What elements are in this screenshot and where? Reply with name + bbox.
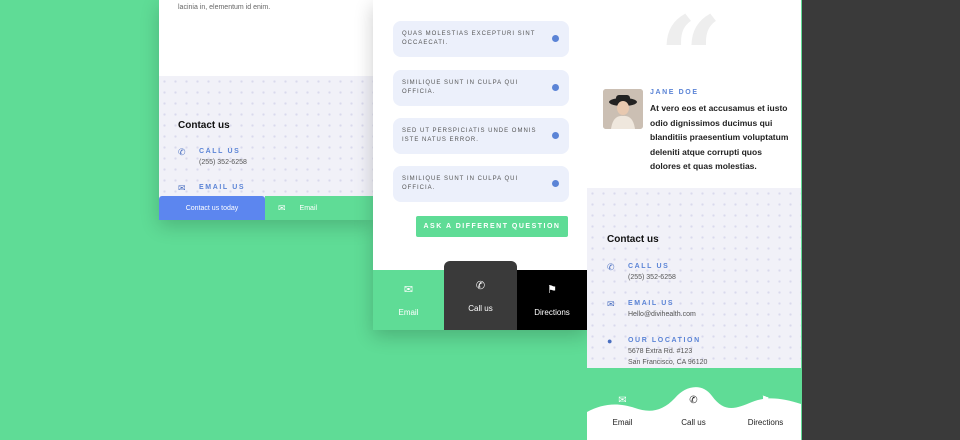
tab-call-label: Call us	[468, 303, 493, 313]
call-label: CALL US	[199, 148, 241, 155]
expand-icon[interactable]	[552, 84, 559, 91]
faq-item[interactable]: SIMILIQUE SUNT IN CULPA QUI OFFICIA.	[393, 70, 569, 106]
sticky-bar: Contact us today ✉ Email	[159, 196, 373, 220]
phone-icon: ✆	[607, 262, 615, 272]
contact-section: Contact us ✆ CALL US (255) 352-6258 ✉ EM…	[587, 188, 801, 388]
tab-directions[interactable]: ⚑ Directions	[730, 368, 801, 440]
tab-call-label: Call us	[681, 418, 706, 427]
tab-directions-label: Directions	[747, 418, 784, 427]
envelope-icon: ✉	[178, 183, 186, 193]
faq-question: SIMILIQUE SUNT IN CULPA QUI OFFICIA.	[402, 80, 519, 95]
pin-icon: ⚑	[547, 284, 557, 296]
expand-icon[interactable]	[552, 180, 559, 187]
wave-tab-bar: ✉ Email ✆ Call us ⚑ Directions	[587, 368, 801, 440]
tab-bar: ✉ Email ✆ Call us ⚑ Directions	[373, 261, 587, 330]
call-value: (255) 352-6258	[628, 274, 676, 281]
pin-icon: ⚑	[761, 395, 770, 406]
dark-background-strip	[802, 0, 960, 440]
location-pin-icon: ●	[607, 336, 613, 346]
phone-mockup-2: QUAS MOLESTIAS EXCEPTURI SINT OCCAECATI.…	[373, 0, 587, 330]
phone-icon: ✆	[178, 147, 186, 157]
tab-directions-label: Directions	[534, 308, 570, 317]
phone-icon: ✆	[689, 395, 698, 406]
contact-us-today-button[interactable]: Contact us today	[159, 196, 265, 220]
expand-icon[interactable]	[552, 35, 559, 42]
tab-email[interactable]: ✉ Email	[587, 368, 658, 440]
tab-email-label: Email	[612, 418, 633, 427]
phone-mockup-1: lacinia in, elementum id enim. Contact u…	[159, 0, 373, 220]
contact-title: Contact us	[607, 234, 659, 245]
faq-question: SIMILIQUE SUNT IN CULPA QUI OFFICIA.	[402, 176, 519, 191]
email-value: Hello@divihealth.com	[628, 311, 696, 318]
contact-title: Contact us	[178, 120, 230, 131]
phone-icon: ✆	[475, 279, 486, 292]
avatar	[603, 89, 643, 129]
tab-call[interactable]: ✆ Call us	[658, 368, 729, 440]
faq-question: SED UT PERSPICIATIS UNDE OMNIS ISTE NATU…	[402, 128, 537, 143]
envelope-icon: ✉	[607, 299, 615, 309]
tab-email-label: Email	[398, 308, 419, 317]
ask-question-button[interactable]: ASK A DIFFERENT QUESTION	[416, 216, 568, 237]
phone-mockup-3: “ JANE DOE At vero eos et accusamus et i…	[587, 0, 801, 440]
location-label: OUR LOCATION	[628, 337, 701, 344]
tab-directions[interactable]: ⚑ Directions	[517, 270, 587, 330]
testimonial-text: At vero eos et accusamus et iusto odio d…	[650, 103, 789, 172]
body-text: lacinia in, elementum id enim.	[178, 4, 271, 11]
email-label: EMAIL US	[628, 300, 675, 307]
expand-icon[interactable]	[552, 132, 559, 139]
tab-call[interactable]: ✆ Call us	[444, 261, 517, 330]
call-value: (255) 352-6258	[199, 159, 247, 166]
location-line-1: 5678 Extra Rd. #123	[628, 348, 693, 355]
envelope-icon: ✉	[403, 284, 414, 296]
tab-email[interactable]: ✉ Email	[373, 270, 444, 330]
location-line-2: San Francisco, CA 96120	[628, 359, 708, 366]
faq-item[interactable]: SIMILIQUE SUNT IN CULPA QUI OFFICIA.	[393, 166, 569, 202]
email-button-label: Email	[299, 204, 318, 212]
author-name: JANE DOE	[650, 89, 699, 96]
faq-question: QUAS MOLESTIAS EXCEPTURI SINT OCCAECATI.	[402, 31, 536, 46]
email-label: EMAIL US	[199, 184, 246, 191]
faq-item[interactable]: SED UT PERSPICIATIS UNDE OMNIS ISTE NATU…	[393, 118, 569, 154]
envelope-icon: ✉	[278, 202, 286, 213]
email-button[interactable]: ✉ Email	[265, 196, 373, 220]
faq-item[interactable]: QUAS MOLESTIAS EXCEPTURI SINT OCCAECATI.	[393, 21, 569, 57]
envelope-icon: ✉	[618, 395, 627, 406]
call-label: CALL US	[628, 263, 670, 270]
